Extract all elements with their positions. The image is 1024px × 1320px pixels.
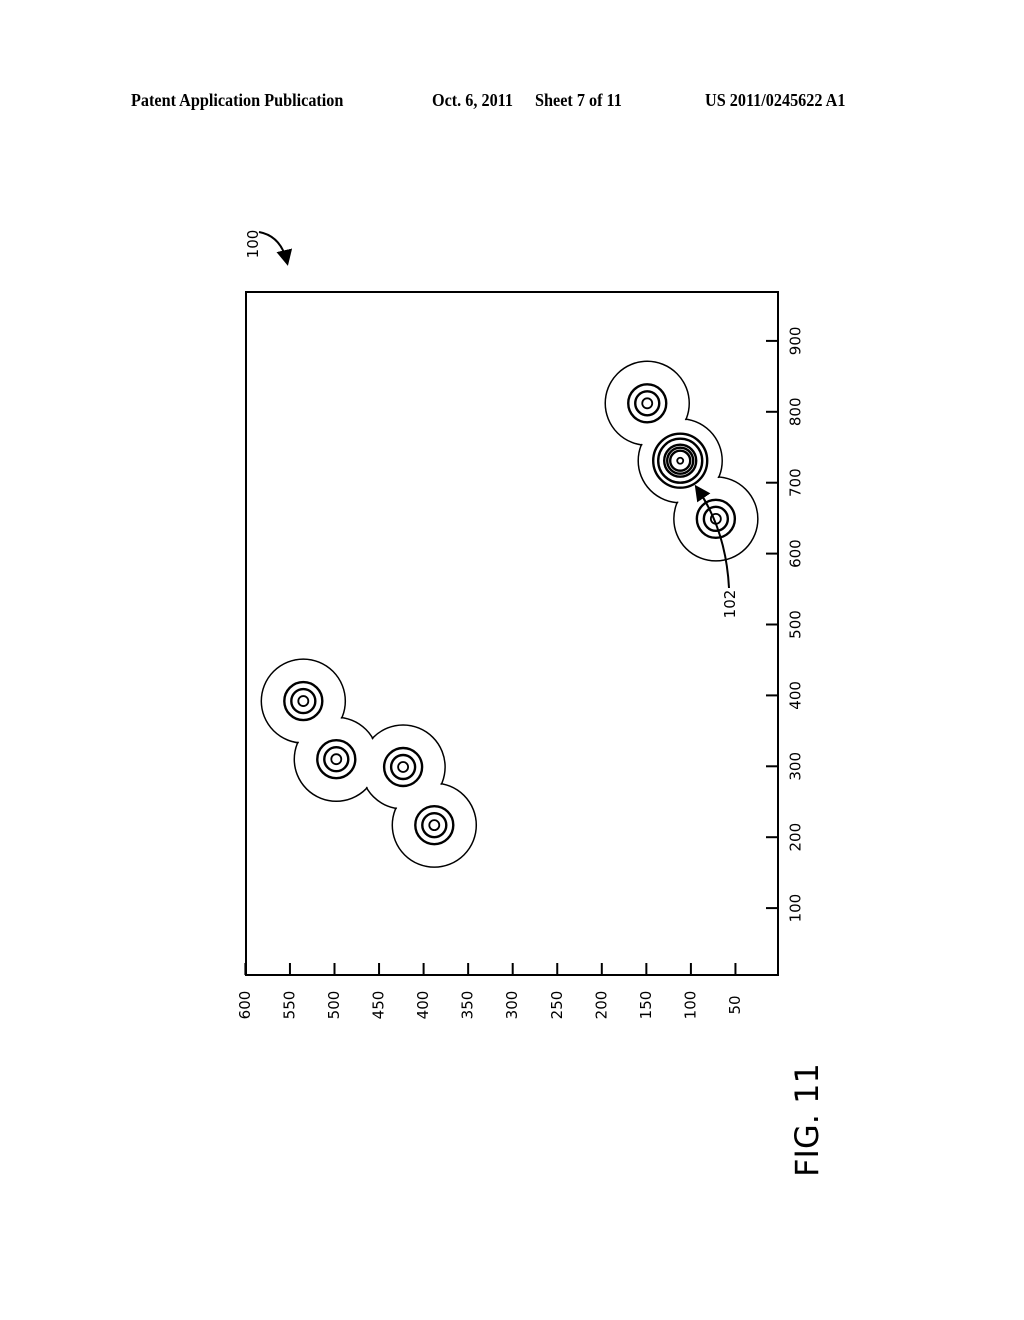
y-tick-label: 150 xyxy=(637,991,655,1020)
y-tick-label: 450 xyxy=(370,991,388,1020)
x-tick-label: 200 xyxy=(787,823,805,852)
y-tick-label: 600 xyxy=(236,991,254,1020)
contour-layer xyxy=(260,360,759,868)
y-tick-label: 550 xyxy=(280,991,298,1020)
x-tick-label: 400 xyxy=(787,681,805,710)
reference-label-100: 100 xyxy=(244,230,262,259)
y-tick-label: 250 xyxy=(548,991,566,1020)
x-tick-label: 100 xyxy=(787,894,805,923)
y-tick-label: 350 xyxy=(459,991,477,1020)
y-tick-label: 100 xyxy=(681,991,699,1020)
reference-arrow-100 xyxy=(258,231,293,266)
x-tick-label: 600 xyxy=(787,539,805,568)
x-tick-label: 500 xyxy=(787,610,805,639)
x-tick-label: 300 xyxy=(787,752,805,781)
reference-label-102: 102 xyxy=(721,590,739,619)
plot-frame xyxy=(245,291,779,976)
y-tick-label: 400 xyxy=(414,991,432,1020)
cluster-left xyxy=(260,658,478,868)
figure-canvas: 100 100 200 300 400 500 600 700 800 900 50 100 150 2… xyxy=(236,230,826,1177)
x-tick-label: 800 xyxy=(787,397,805,426)
figure-label: FIG. 11 xyxy=(788,1063,826,1177)
x-tick-label: 900 xyxy=(787,327,805,356)
x-tick-label: 700 xyxy=(787,468,805,497)
cluster-right xyxy=(604,360,759,562)
y-tick-label: 500 xyxy=(325,991,343,1020)
y-tick-label: 300 xyxy=(503,991,521,1020)
y-tick-label: 200 xyxy=(592,991,610,1020)
y-tick-label: 50 xyxy=(726,995,744,1014)
